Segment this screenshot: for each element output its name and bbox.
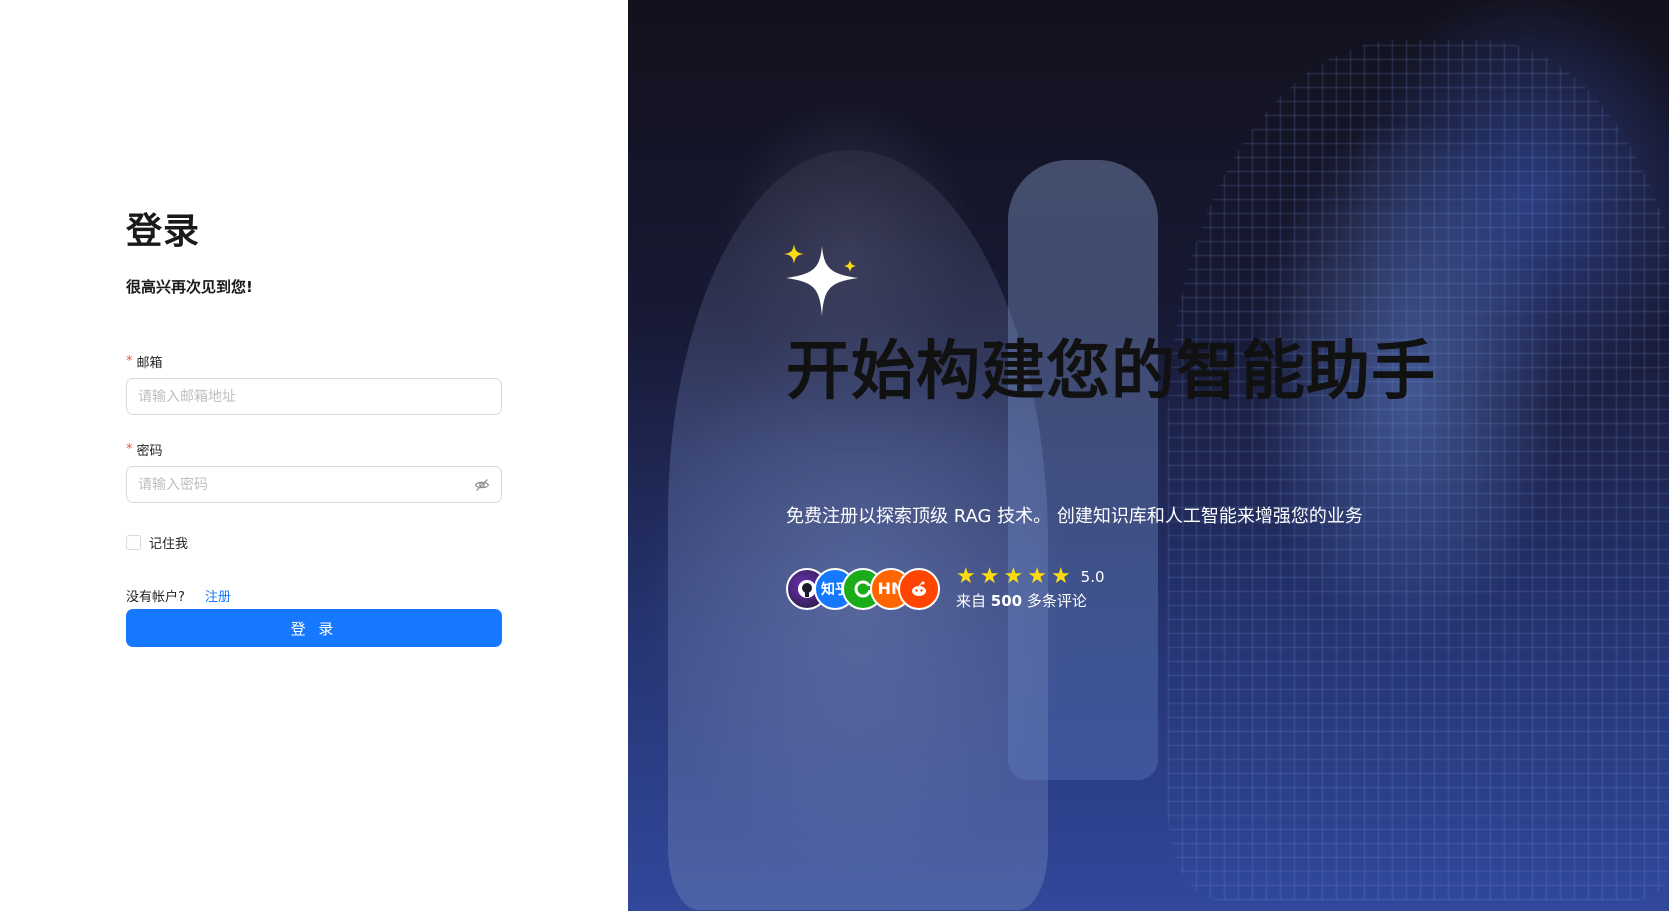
- social-proof: 知乎 HN ★ ★ ★ ★ ★ 5.0 来自 500 多条评论: [786, 566, 1105, 611]
- rating-score: 5.0: [1080, 568, 1105, 586]
- page-subtitle: 很高兴再次见到您!: [126, 278, 253, 296]
- login-form: 登录 很高兴再次见到您! * 邮箱 * 密码: [126, 210, 502, 647]
- hero-panel: 开始构建您的智能助手 免费注册以探索顶级 RAG 技术。 创建知识库和人工智能来…: [628, 0, 1669, 911]
- password-label-text: 密码: [136, 444, 163, 459]
- register-prompt: 没有帐户? 注册: [126, 586, 231, 605]
- star-icon: ★: [956, 564, 976, 589]
- email-field-wrapper: [126, 378, 502, 415]
- register-link[interactable]: 注册: [205, 586, 231, 605]
- login-panel: 登录 很高兴再次见到您! * 邮箱 * 密码: [0, 0, 628, 911]
- required-mark: *: [126, 354, 133, 369]
- required-mark: *: [126, 442, 133, 457]
- remember-me[interactable]: 记住我: [126, 533, 188, 552]
- review-suffix: 多条评论: [1026, 592, 1087, 610]
- remember-label: 记住我: [149, 537, 189, 552]
- review-prefix: 来自: [956, 592, 987, 610]
- review-number: 500: [990, 592, 1023, 610]
- password-field[interactable]: [138, 476, 474, 493]
- password-label: * 密码: [126, 440, 163, 459]
- reddit-icon: [898, 567, 940, 610]
- star-icon: ★: [979, 564, 1000, 589]
- email-label-text: 邮箱: [136, 356, 163, 371]
- password-field-wrapper: [126, 466, 502, 503]
- hero-headline: 开始构建您的智能助手: [786, 335, 1436, 409]
- remember-checkbox[interactable]: [126, 535, 141, 550]
- hero-description: 免费注册以探索顶级 RAG 技术。 创建知识库和人工智能来增强您的业务: [786, 506, 1363, 527]
- page-title: 登录: [126, 211, 201, 252]
- review-count: 来自 500 多条评论: [956, 590, 1105, 611]
- no-account-text: 没有帐户?: [126, 590, 185, 605]
- star-icon: ★: [1050, 564, 1071, 589]
- star-icon: ★: [1027, 564, 1047, 589]
- avatar-group: 知乎 HN: [786, 567, 940, 610]
- login-button[interactable]: 登 录: [126, 609, 502, 647]
- email-label: * 邮箱: [126, 352, 163, 371]
- login-page: 登录 很高兴再次见到您! * 邮箱 * 密码: [0, 0, 1669, 911]
- rating-block: ★ ★ ★ ★ ★ 5.0 来自 500 多条评论: [956, 566, 1105, 611]
- email-field[interactable]: [138, 388, 490, 405]
- star-icon: ★: [1003, 564, 1024, 589]
- eye-invisible-icon[interactable]: [474, 477, 490, 493]
- hero-overlay: [628, 0, 1669, 911]
- rating-stars: ★ ★ ★ ★ ★ 5.0: [956, 566, 1105, 588]
- sparkle-icon: [784, 244, 858, 316]
